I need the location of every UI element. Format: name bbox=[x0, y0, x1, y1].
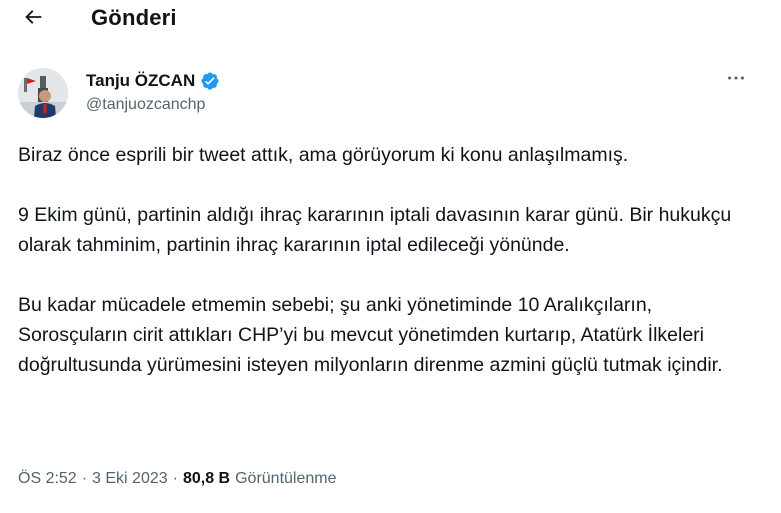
author-name-text: Tanju ÖZCAN bbox=[86, 71, 196, 90]
top-bar: Gönderi bbox=[0, 0, 781, 38]
tweet-paragraph: 9 Ekim günü, partinin aldığı ihraç karar… bbox=[18, 204, 732, 256]
back-button[interactable] bbox=[18, 4, 48, 34]
more-horizontal-icon bbox=[725, 67, 747, 94]
meta-separator: · bbox=[81, 470, 88, 487]
arrow-left-icon bbox=[22, 6, 44, 33]
views-label: Görüntülenme bbox=[235, 470, 337, 487]
avatar[interactable] bbox=[18, 68, 68, 118]
tweet-text: Biraz önce esprili bir tweet attık, ama … bbox=[18, 140, 758, 380]
author-name[interactable]: Tanju ÖZCAN bbox=[86, 70, 220, 92]
verified-badge-icon[interactable] bbox=[200, 71, 220, 91]
tweet-paragraph: Bu kadar mücadele etmemin sebebi; şu ank… bbox=[18, 294, 723, 376]
views-count: 80,8 B bbox=[182, 470, 231, 487]
tweet-time[interactable]: ÖS 2:52 bbox=[18, 468, 77, 490]
author-handle[interactable]: @tanjuozcanchp bbox=[86, 95, 205, 115]
meta-separator: · bbox=[172, 470, 178, 487]
more-button[interactable] bbox=[722, 68, 750, 92]
tweet-date[interactable]: 3 Eki 2023 bbox=[92, 468, 168, 490]
tweet-meta: ÖS 2:52 · 3 Eki 2023 · 80,8 B Görüntülen… bbox=[18, 468, 337, 490]
page-title: Gönderi bbox=[91, 5, 177, 30]
tweet-paragraph: Biraz önce esprili bir tweet attık, ama … bbox=[18, 144, 629, 166]
